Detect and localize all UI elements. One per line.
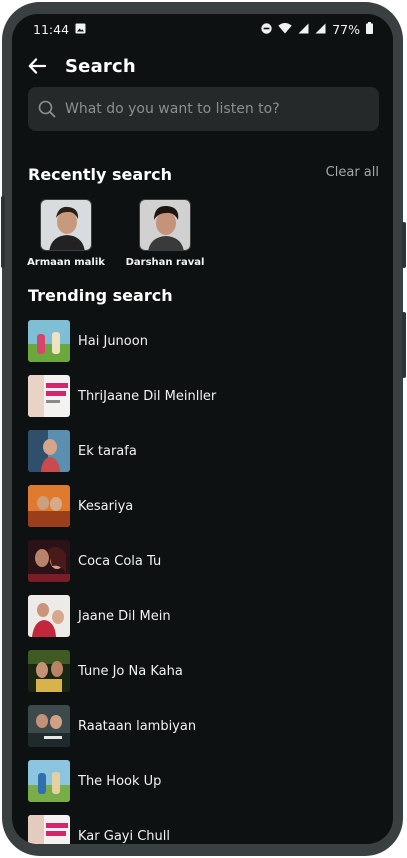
search-icon — [38, 100, 56, 118]
song-thumbnail — [28, 430, 70, 472]
signal-icon — [298, 22, 309, 37]
song-title: Hai Junoon — [78, 333, 148, 349]
clear-all-button[interactable]: Clear all — [326, 165, 379, 180]
song-title: Kesariya — [78, 498, 134, 514]
trending-search-heading: Trending search — [28, 286, 173, 305]
song-thumbnail — [28, 540, 70, 582]
song-title: The Hook Up — [78, 773, 162, 789]
status-time: 11:44 — [33, 21, 70, 37]
gallery-notification-icon — [75, 22, 86, 37]
back-arrow-icon[interactable] — [28, 56, 48, 76]
app-bar: Search — [28, 54, 136, 78]
song-thumbnail — [28, 705, 70, 747]
song-thumbnail — [28, 595, 70, 637]
volume-down-button — [402, 312, 406, 378]
artist-name: Armaan malik — [27, 257, 105, 268]
artist-avatar — [40, 199, 92, 251]
trending-item-hai-junoon[interactable]: Hai Junoon — [28, 320, 368, 362]
song-thumbnail — [28, 650, 70, 692]
recent-artist-armaan-malik[interactable]: Armaan malik — [26, 199, 106, 268]
song-title: Ek tarafa — [78, 443, 137, 459]
page-title: Search — [65, 55, 136, 77]
song-title: Kar Gayi Chull — [78, 828, 170, 844]
song-thumbnail — [28, 485, 70, 527]
battery-icon — [366, 21, 373, 37]
recent-search-heading: Recently search — [28, 165, 172, 184]
song-thumbnail — [28, 320, 70, 362]
power-button — [1, 196, 5, 268]
battery-percentage: 77% — [332, 21, 360, 37]
song-thumbnail — [28, 815, 70, 844]
artist-name: Darshan raval — [125, 257, 205, 268]
trending-item-kesariya[interactable]: Kesariya — [28, 485, 368, 527]
trending-item-ek-tarafa[interactable]: Ek tarafa — [28, 430, 368, 472]
song-title: Coca Cola Tu — [78, 553, 162, 569]
status-bar: 11:44 77% — [12, 14, 393, 44]
recent-artist-darshan-raval[interactable]: Darshan raval — [125, 199, 205, 268]
song-thumbnail — [28, 760, 70, 802]
wifi-icon — [278, 22, 292, 37]
artist-avatar — [139, 199, 191, 251]
search-bar[interactable] — [28, 87, 379, 131]
song-title: Jaane Dil Mein — [78, 608, 171, 624]
search-input[interactable] — [65, 101, 355, 117]
trending-item-tune-jo-na-kaha[interactable]: Tune Jo Na Kaha — [28, 650, 368, 692]
trending-item-kar-gayi-chull[interactable]: Kar Gayi Chull — [28, 815, 368, 844]
trending-item-thrijaane-dil-meinller[interactable]: ThriJaane Dil Meinller — [28, 375, 368, 417]
trending-item-coca-cola-tu[interactable]: Coca Cola Tu — [28, 540, 368, 582]
song-title: Raataan lambiyan — [78, 718, 197, 734]
signal-secondary-icon — [315, 22, 326, 37]
song-thumbnail — [28, 375, 70, 417]
song-title: ThriJaane Dil Meinller — [78, 388, 217, 404]
do-not-disturb-icon — [261, 22, 272, 37]
trending-item-the-hook-up[interactable]: The Hook Up — [28, 760, 368, 802]
volume-up-button — [402, 222, 406, 268]
song-title: Tune Jo Na Kaha — [78, 663, 183, 679]
app-screen: 11:44 77% Search What do you want to lis… — [12, 14, 393, 844]
trending-item-jaane-dil-mein[interactable]: Jaane Dil Mein — [28, 595, 368, 637]
trending-item-raataan-lambiyan[interactable]: Raataan lambiyan — [28, 705, 368, 747]
